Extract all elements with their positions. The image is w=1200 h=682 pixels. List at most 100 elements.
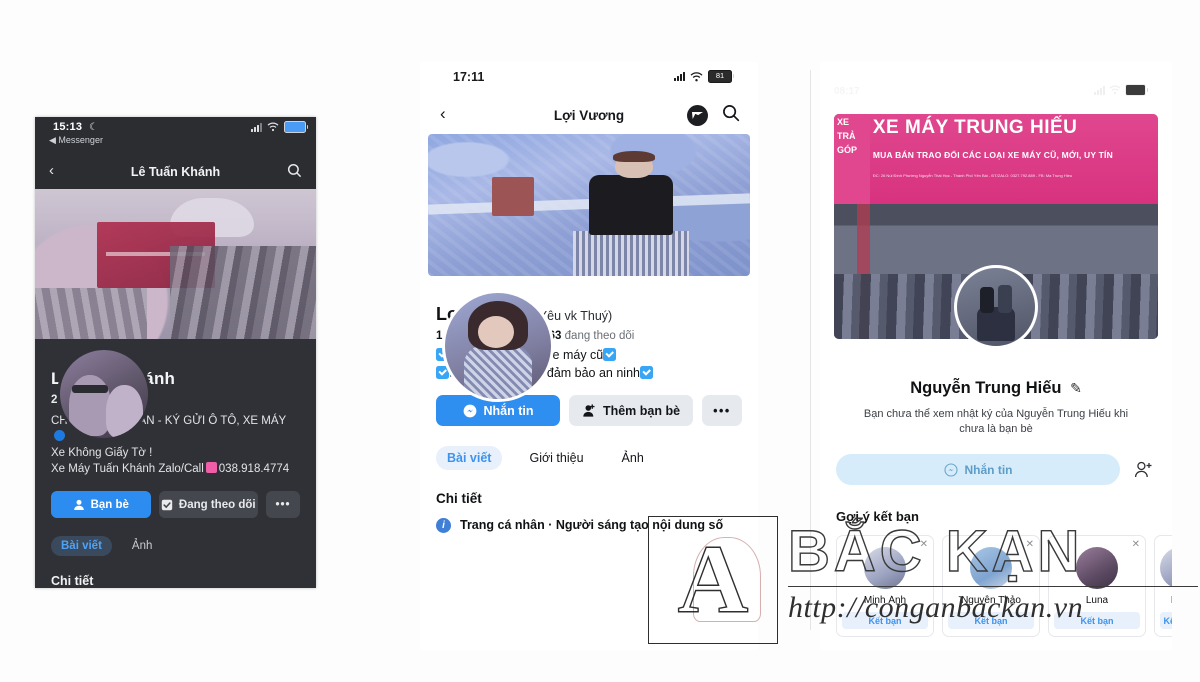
following-button-label: Đang theo dõi [178, 498, 256, 511]
signal-bars-icon [251, 122, 262, 132]
shop-sign-gop: GÓP [837, 145, 858, 155]
search-icon[interactable] [287, 163, 302, 183]
battery-icon: 81 [708, 70, 734, 83]
avatar-face [477, 316, 514, 349]
person-add-icon [1134, 461, 1152, 477]
profile-name: Nguyễn Trung Hiếu [910, 379, 1062, 397]
status-indicators [1094, 84, 1148, 96]
profile-tabs: Bài viết Ảnh [51, 536, 300, 556]
profile-name-row: Nguyễn Trung Hiếu ✎ [836, 379, 1156, 398]
add-friend-button[interactable]: Thêm bạn bè [569, 395, 693, 426]
avatar-person-1 [980, 286, 995, 314]
bio-line-3-pre: Xe Máy Tuấn Khánh Zalo/Call [51, 463, 204, 475]
shop-sign-subtitle: MUA BÁN TRAO ĐỔI CÁC LOẠI XE MÁY CŨ, MỚI… [872, 150, 1113, 160]
cover-man-legs [572, 230, 689, 276]
add-friend-button-label: Thêm bạn bè [602, 403, 681, 418]
nav-title: Lê Tuấn Khánh [130, 165, 221, 179]
cover-man-head [613, 150, 655, 178]
shop-sign: XE MÁY TRUNG HIẾU MUA BÁN TRAO ĐỔI CÁC L… [834, 114, 1158, 204]
pencil-icon[interactable]: ✎ [1070, 380, 1082, 396]
avatar-glasses [72, 385, 108, 394]
screenshot-page: 15:13 ☾ ◀ Messenger ‹ Lê Tuấn Khánh CHUY… [0, 0, 1200, 682]
cover-stool [492, 176, 535, 217]
message-button-label: Nhắn tin [483, 403, 534, 418]
watermark-logo-glyph: A [677, 526, 749, 634]
tab-photos[interactable]: Ảnh [611, 446, 655, 470]
following-check-icon [161, 499, 173, 510]
watermark-rule [788, 585, 1198, 588]
nav-bar: ‹ Lê Tuấn Khánh [35, 155, 316, 189]
messenger-icon[interactable] [687, 105, 708, 126]
nav-icons [687, 104, 740, 127]
avatar-person-2 [105, 385, 143, 438]
shop-sign-left-column: XE TRẢ GÓP [834, 114, 870, 204]
more-options-button[interactable]: ••• [266, 491, 300, 518]
info-icon: i [436, 518, 451, 533]
status-bar: 17:11 81 [420, 62, 758, 96]
phone-screenshot-1: 15:13 ☾ ◀ Messenger ‹ Lê Tuấn Khánh CHUY… [35, 117, 316, 588]
following-label: đang theo dõi [564, 330, 635, 342]
cover-photo[interactable] [35, 189, 316, 339]
shop-sign-title: XE MÁY TRUNG HIẾU [872, 116, 1078, 138]
nav-title: Lợi Vương [553, 107, 625, 123]
avatar-person-1 [68, 374, 112, 437]
message-button[interactable]: Nhắn tin [836, 454, 1120, 485]
tab-about[interactable]: Giới thiệu [518, 446, 594, 470]
status-time: 15:13 [53, 121, 83, 133]
add-friend-button[interactable] [1130, 460, 1156, 480]
watermark-url: http://conganbackan.vn [788, 591, 1084, 625]
status-time: 17:11 [453, 70, 485, 84]
privacy-note: Bạn chưa thể xem nhật ký của Nguyễn Trun… [863, 408, 1129, 435]
friend-button-label: Bạn bè [90, 498, 129, 511]
back-icon[interactable]: ‹ [440, 104, 446, 124]
cover-photo[interactable] [428, 134, 750, 276]
bio-phone-number: 038.918.4774 [218, 463, 290, 475]
status-indicators [251, 121, 308, 133]
checkmark-icon [640, 366, 653, 379]
tab-posts[interactable]: Bài viết [436, 446, 503, 470]
action-button-row: Nhắn tin [836, 454, 1156, 485]
back-icon[interactable]: ‹ [49, 162, 54, 179]
back-to-messenger-label[interactable]: ◀ Messenger [49, 135, 103, 146]
zalo-icon [205, 462, 217, 473]
wifi-icon [1109, 85, 1121, 95]
following-button[interactable]: Đang theo dõi [158, 491, 258, 518]
person-add-icon [583, 403, 595, 417]
moon-icon: ☾ [89, 122, 98, 133]
profile-tabs: Bài viết Giới thiệu Ảnh [436, 446, 742, 470]
details-heading: Chi tiết [51, 574, 94, 588]
checkmark-icon [603, 348, 617, 361]
cover-motorbikes-left [35, 288, 148, 339]
shop-sign-address: ĐC: 26 Núi Đính Phường Nguyễn Thái Học -… [872, 173, 1073, 179]
tab-posts[interactable]: Bài viết [51, 536, 112, 556]
watermark-logo: A [648, 516, 778, 644]
friend-button[interactable]: Bạn bè [51, 491, 151, 518]
tab-photos[interactable]: Ảnh [122, 536, 162, 556]
details-heading: Chi tiết [436, 491, 482, 506]
avatar[interactable] [57, 347, 151, 441]
message-bubble-icon [943, 462, 958, 477]
messenger-icon [463, 404, 476, 417]
search-icon[interactable] [722, 104, 740, 127]
more-options-button[interactable]: ••• [702, 395, 742, 426]
signal-bars-icon [674, 72, 685, 81]
avatar[interactable] [442, 290, 554, 402]
wifi-icon [267, 122, 279, 132]
status-indicators: 81 [674, 70, 734, 83]
bio-line-2: Xe Không Giấy Tờ ! [51, 447, 153, 459]
avatar-person-2 [997, 285, 1012, 314]
cover-man-body [589, 175, 673, 235]
watermark-title: BẮC KẠN [787, 519, 1084, 584]
watermark: A BẮC KẠN http://conganbackan.vn [648, 516, 1200, 666]
battery-icon [1125, 84, 1148, 96]
person-icon [73, 499, 84, 510]
battery-level-text: 81 [715, 71, 725, 80]
signal-bars-icon [1094, 85, 1105, 95]
battery-icon [284, 121, 308, 133]
wifi-icon [690, 71, 703, 81]
shop-sign-tra: TRẢ [837, 131, 856, 141]
cover-motorbikes-right [169, 246, 316, 339]
avatar[interactable] [954, 265, 1038, 349]
nav-bar: ‹ Lợi Vương [420, 96, 758, 134]
status-time: 08:17 [834, 86, 860, 97]
